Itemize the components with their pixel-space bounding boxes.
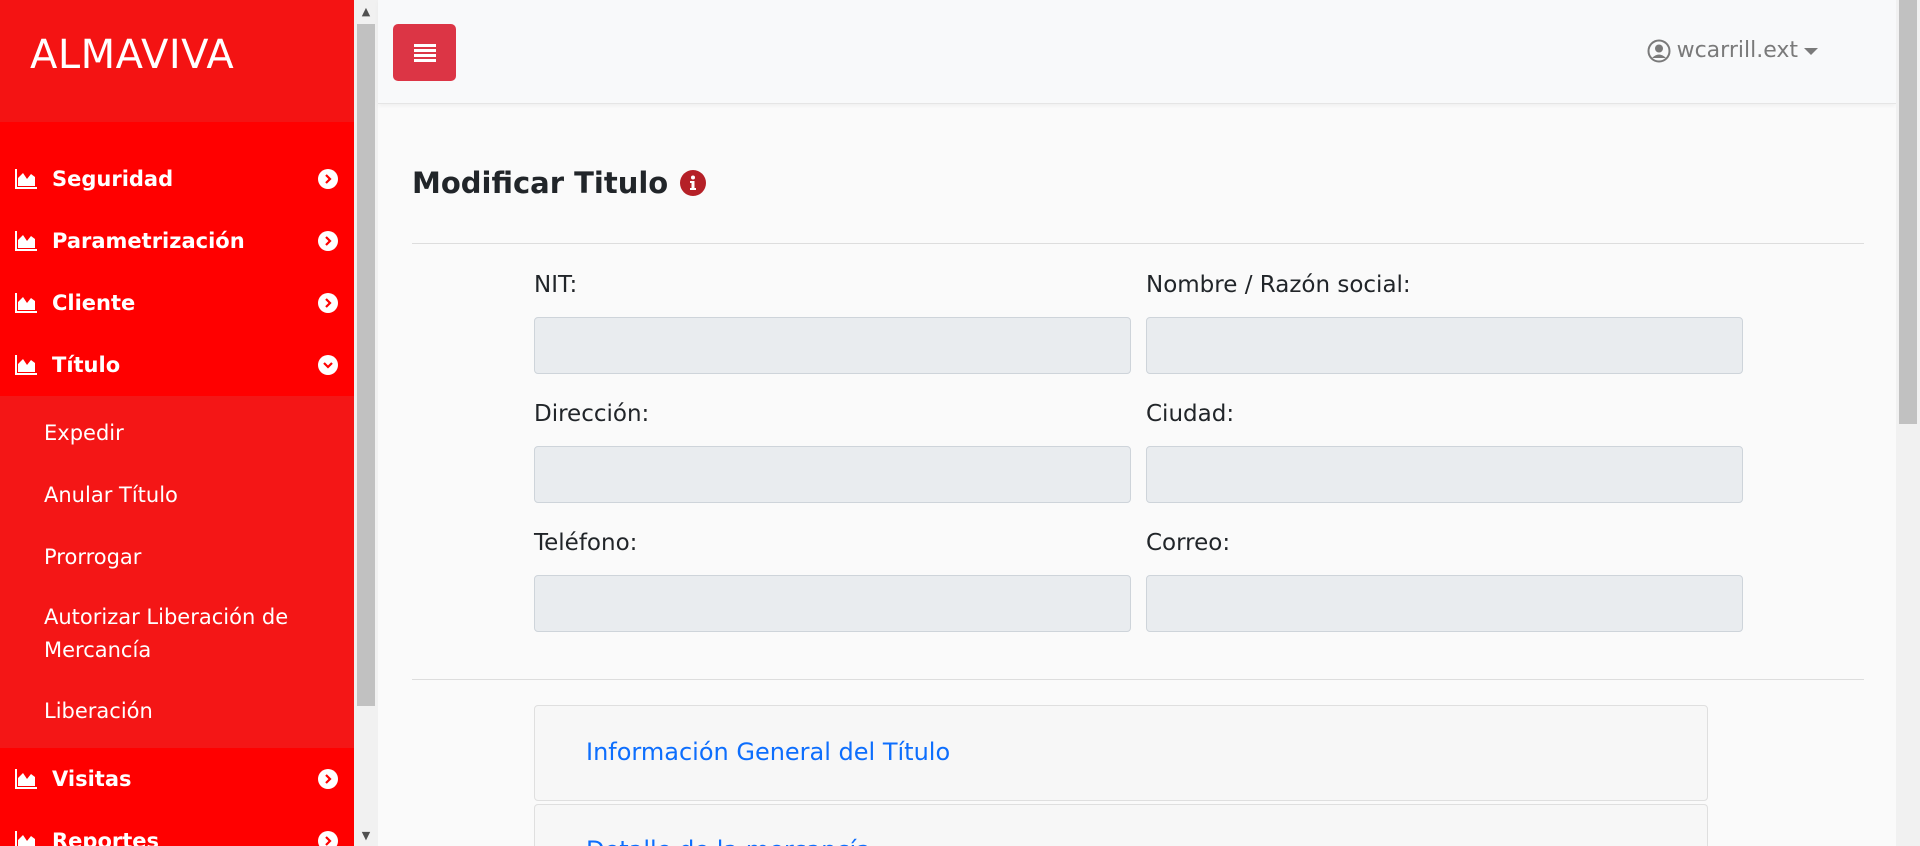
page-title-text: Modificar Titulo [412, 166, 669, 200]
sidebar-toggle-button[interactable] [393, 24, 456, 81]
correo-label: Correo: [1146, 530, 1231, 556]
sidebar-scrollbar[interactable]: ▲ ▼ [354, 0, 378, 846]
chart-area-icon [15, 169, 37, 189]
divider [412, 243, 1864, 244]
correo-field[interactable] [1146, 575, 1743, 632]
page-scrollbar[interactable] [1896, 0, 1920, 846]
scroll-down-arrow-icon[interactable]: ▼ [354, 824, 378, 846]
info-circle-icon[interactable] [680, 170, 707, 196]
sidebar-item-label: Cliente [52, 291, 136, 315]
scrollbar-thumb[interactable] [357, 24, 375, 706]
brand-title[interactable]: ALMAVIVA [30, 32, 234, 78]
sidebar-item-titulo[interactable]: Título [0, 334, 354, 396]
menu-icon [413, 43, 436, 62]
telefono-field[interactable] [534, 575, 1131, 632]
sidebar-item-label: Parametrización [52, 229, 245, 253]
sidebar-menu: Seguridad Parametrización Cliente Título… [0, 122, 354, 846]
user-menu[interactable]: wcarrill.ext [1647, 38, 1818, 63]
chart-area-icon [15, 293, 37, 313]
sidebar-item-label: Visitas [52, 767, 132, 791]
submenu-titulo: Expedir Anular Título Prorrogar Autoriza… [0, 396, 354, 748]
chart-area-icon [15, 231, 37, 251]
chevron-down-icon [318, 355, 338, 375]
chevron-right-icon [318, 293, 338, 313]
ciudad-label: Ciudad: [1146, 401, 1235, 427]
scrollbar-thumb[interactable] [1899, 0, 1917, 424]
sidebar-item-cliente[interactable]: Cliente [0, 272, 354, 334]
accordion-link-info-general[interactable]: Información General del Título [586, 738, 950, 766]
chevron-right-icon [318, 231, 338, 251]
chevron-right-icon [318, 769, 338, 789]
accordion-link-detalle-mercancia[interactable]: Detalle de la mercancía [586, 836, 871, 846]
chart-area-icon [15, 769, 37, 789]
topbar: wcarrill.ext [378, 0, 1896, 104]
divider [412, 679, 1864, 680]
chart-area-icon [15, 355, 37, 375]
sidebar-subitem-autorizar-liberacion[interactable]: Autorizar Liberación de Mercancía [0, 588, 354, 680]
sidebar-item-label: Título [52, 353, 121, 377]
page-title: Modificar Titulo [412, 166, 707, 200]
nit-label: NIT: [534, 272, 578, 298]
sidebar-item-label: Seguridad [52, 167, 174, 191]
chevron-right-icon [318, 831, 338, 846]
accordion-detalle-mercancia[interactable]: Detalle de la mercancía [534, 804, 1708, 846]
sidebar-subitem-anular-titulo[interactable]: Anular Título [0, 464, 354, 526]
nombre-label: Nombre / Razón social: [1146, 272, 1411, 298]
sidebar-item-reportes[interactable]: Reportes [0, 810, 354, 846]
nit-field[interactable] [534, 317, 1131, 374]
sidebar: ALMAVIVA Seguridad Parametrización Clien… [0, 0, 354, 846]
sidebar-item-seguridad[interactable]: Seguridad [0, 148, 354, 210]
sidebar-subitem-prorrogar[interactable]: Prorrogar [0, 526, 354, 588]
username: wcarrill.ext [1676, 38, 1798, 63]
main-content: Modificar Titulo NIT: Nombre / Razón soc… [378, 104, 1896, 846]
sidebar-item-label: Reportes [52, 829, 160, 846]
ciudad-field[interactable] [1146, 446, 1743, 503]
caret-down-icon [1804, 48, 1818, 55]
sidebar-item-visitas[interactable]: Visitas [0, 748, 354, 810]
sidebar-item-parametrizacion[interactable]: Parametrización [0, 210, 354, 272]
chart-area-icon [15, 831, 35, 846]
scroll-up-arrow-icon[interactable]: ▲ [354, 0, 378, 22]
accordion-info-general[interactable]: Información General del Título [534, 705, 1708, 801]
direccion-field[interactable] [534, 446, 1131, 503]
telefono-label: Teléfono: [534, 530, 638, 556]
nombre-field[interactable] [1146, 317, 1743, 374]
chevron-right-icon [318, 169, 338, 189]
brand: ALMAVIVA [0, 0, 354, 122]
direccion-label: Dirección: [534, 401, 650, 427]
sidebar-subitem-liberacion[interactable]: Liberación [0, 680, 354, 742]
user-circle-icon [1647, 39, 1671, 62]
sidebar-subitem-expedir[interactable]: Expedir [0, 402, 354, 464]
